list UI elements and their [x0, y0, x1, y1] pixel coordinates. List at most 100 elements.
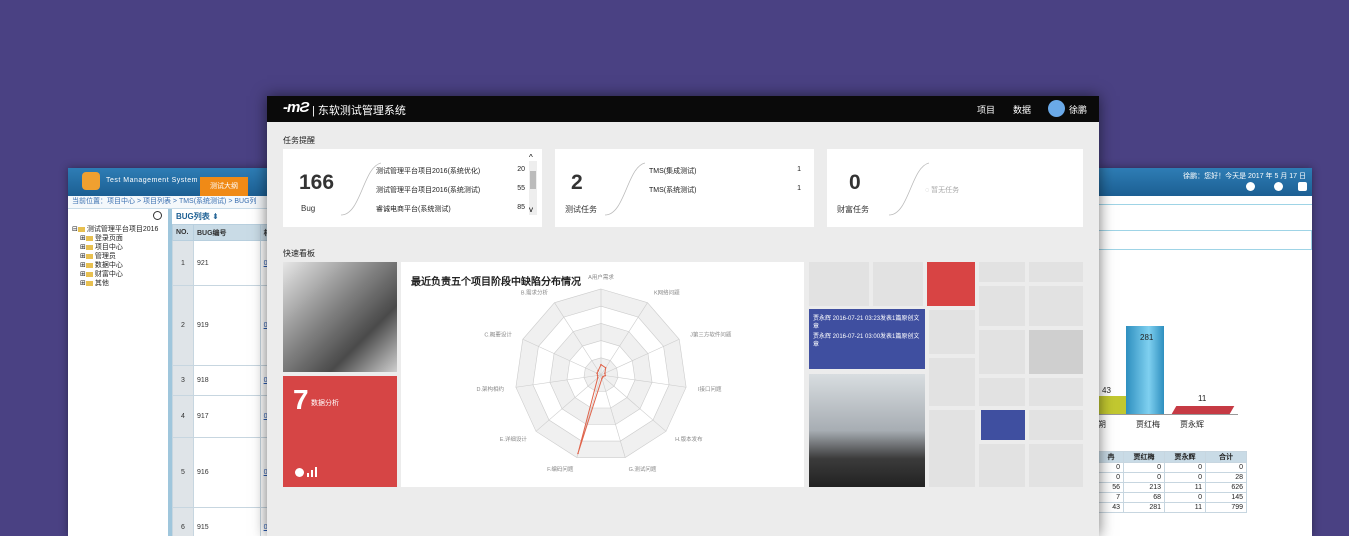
- news-item-1[interactable]: 贾永辉 2016-07-21 03:00发表1篇原创文章: [809, 331, 925, 349]
- tile-gray-7[interactable]: [929, 310, 975, 354]
- summary-cell: 0: [1098, 472, 1124, 483]
- test-item-0[interactable]: TMS(集成测试): [649, 166, 696, 176]
- scroll-down-icon[interactable]: v: [529, 205, 533, 214]
- summary-cell: 799: [1205, 502, 1247, 513]
- tile-gray-5[interactable]: [979, 286, 1025, 326]
- pie-chart-icon: [295, 468, 304, 477]
- right-filter-bar: [1098, 230, 1312, 250]
- tile-gray-4[interactable]: [1029, 262, 1083, 282]
- stairs-image[interactable]: [809, 374, 925, 487]
- tile-gray-14[interactable]: [1029, 410, 1083, 440]
- data-analysis-number: 7: [293, 384, 309, 415]
- tile-gray-3[interactable]: [979, 262, 1025, 282]
- user-icon[interactable]: [1274, 182, 1283, 191]
- scroll-up-icon[interactable]: ^: [529, 153, 533, 162]
- folder-icon: [85, 244, 93, 250]
- radar-point[interactable]: [604, 372, 606, 375]
- summary-cell: 0: [1123, 472, 1165, 483]
- settings-icon[interactable]: [1246, 182, 1255, 191]
- tile-gray-10[interactable]: [929, 358, 975, 406]
- tree-item-0[interactable]: ⊞ 登录页面: [72, 234, 158, 243]
- wealth-task-card[interactable]: 0 财富任务 ◌ 暂无任务: [827, 149, 1083, 227]
- tile-gray-13[interactable]: [929, 410, 975, 487]
- right-window-header: 徐鹏：您好！今天是 2017 年 5 月 17 日: [1098, 168, 1312, 196]
- data-analysis-tile[interactable]: 7 数据分析: [283, 376, 397, 487]
- bug-column-0[interactable]: NO.: [172, 224, 194, 241]
- bar-value-43: 43: [1102, 386, 1111, 395]
- tile-red[interactable]: [927, 262, 975, 306]
- radar-point[interactable]: [596, 377, 599, 379]
- tile-gray-15[interactable]: [979, 444, 1025, 487]
- elephant-image[interactable]: [283, 262, 397, 372]
- bug-card[interactable]: 166 Bug 测试管理平台项目2016(系统优化) 20 测试管理平台项目20…: [283, 149, 542, 227]
- summary-cell: 0: [1164, 472, 1206, 483]
- radar-point[interactable]: [597, 369, 600, 372]
- summary-cell: 11: [1164, 502, 1206, 513]
- tile-gray-1[interactable]: [809, 262, 869, 306]
- search-icon[interactable]: [153, 211, 162, 220]
- bug-row-id: 917: [193, 395, 261, 438]
- radar-point[interactable]: [596, 372, 598, 375]
- tab-test-outline[interactable]: 测试大纲: [200, 177, 248, 196]
- radar-point[interactable]: [604, 366, 607, 369]
- tree-item-1[interactable]: ⊞ 项目中心: [72, 243, 158, 252]
- radar-point[interactable]: [600, 363, 602, 366]
- folder-icon: [85, 235, 93, 241]
- tile-gray-11[interactable]: [979, 378, 1025, 406]
- summary-cell: 0: [1164, 462, 1206, 473]
- summary-cell: 28: [1205, 472, 1247, 483]
- tree-item-3[interactable]: ⊞ 数据中心: [72, 261, 158, 270]
- radar-point[interactable]: [601, 377, 603, 380]
- bug-item-1[interactable]: 测试管理平台项目2016(系统测试): [376, 185, 480, 195]
- bar-chart-icon: [307, 467, 317, 477]
- summary-header-2: 贾永辉: [1164, 451, 1206, 463]
- wealth-task-label: 财富任务: [837, 205, 869, 214]
- radar-point[interactable]: [596, 374, 599, 377]
- bug-row-no: 4: [172, 395, 194, 438]
- summary-cell: 145: [1205, 492, 1247, 503]
- tile-gray-16[interactable]: [1029, 444, 1083, 487]
- logout-icon[interactable]: [1298, 182, 1307, 191]
- tile-gray-9[interactable]: [1029, 330, 1083, 374]
- radar-point[interactable]: [602, 375, 604, 378]
- tile-blue[interactable]: [981, 410, 1025, 440]
- test-item-1[interactable]: TMS(系统测试): [649, 185, 696, 195]
- radar-axis-label: H.版本发布: [675, 435, 703, 443]
- user-name[interactable]: 徐鹏: [1069, 103, 1087, 116]
- radar-point[interactable]: [577, 452, 579, 455]
- tile-gray-8[interactable]: [979, 330, 1025, 374]
- news-item-0[interactable]: 贾永辉 2016-07-21 03:23发表1篇原创文章: [809, 309, 925, 331]
- tree-item-2[interactable]: ⊞ 管理员: [72, 252, 158, 261]
- bug-column-1[interactable]: BUG编号: [193, 224, 261, 241]
- wealth-task-count: 0: [849, 171, 861, 194]
- bug-item-1-value: 55: [517, 185, 525, 192]
- test-task-card[interactable]: 2 测试任务 TMS(集成测试) 1 TMS(系统测试) 1: [555, 149, 814, 227]
- bug-item-0-value: 20: [517, 166, 525, 173]
- bug-item-2[interactable]: 睿诚电商平台(系统测试): [376, 204, 451, 214]
- app-logo[interactable]: -mƧ: [283, 99, 309, 116]
- bug-item-0[interactable]: 测试管理平台项目2016(系统优化): [376, 166, 480, 176]
- summary-header-3: 合计: [1205, 451, 1247, 463]
- tree-root[interactable]: ⊟ 测试管理平台项目2016: [72, 225, 158, 234]
- bug-row-no: 1: [172, 240, 194, 286]
- nav-data[interactable]: 数据: [1013, 103, 1031, 116]
- user-avatar-icon[interactable]: [1048, 100, 1065, 117]
- tree-item-4[interactable]: ⊞ 财富中心: [72, 270, 158, 279]
- radar-chart[interactable]: A用户需求 K网络问题 J第三方软件问题 I接口问题 H.版本发布 G.测试问题 F.编码问…: [401, 262, 804, 487]
- folder-icon: [85, 271, 93, 277]
- bug-row-no: 5: [172, 437, 194, 508]
- bar-label-jiahongmei: 贾红梅: [1136, 420, 1160, 429]
- tree-item-5[interactable]: ⊞ 其他: [72, 279, 158, 288]
- tile-gray-2[interactable]: [873, 262, 923, 306]
- tile-gray-6[interactable]: [1029, 286, 1083, 326]
- main-app-window: -mƧ | 东软测试管理系统 项目 数据 徐鹏 任务提醒 166 Bug 测试管…: [267, 96, 1099, 536]
- bug-label: Bug: [301, 204, 316, 213]
- nav-project[interactable]: 项目: [977, 103, 995, 116]
- chart-baseline: [1098, 414, 1238, 415]
- bug-row-id: 921: [193, 240, 261, 286]
- news-tile[interactable]: 贾永辉 2016-07-21 03:23发表1篇原创文章 贾永辉 2016-07…: [809, 309, 925, 369]
- bar-value-11: 11: [1198, 394, 1207, 403]
- app-title: | 东软测试管理系统: [312, 105, 406, 117]
- tile-gray-12[interactable]: [1029, 378, 1083, 406]
- radar-point[interactable]: [604, 374, 607, 377]
